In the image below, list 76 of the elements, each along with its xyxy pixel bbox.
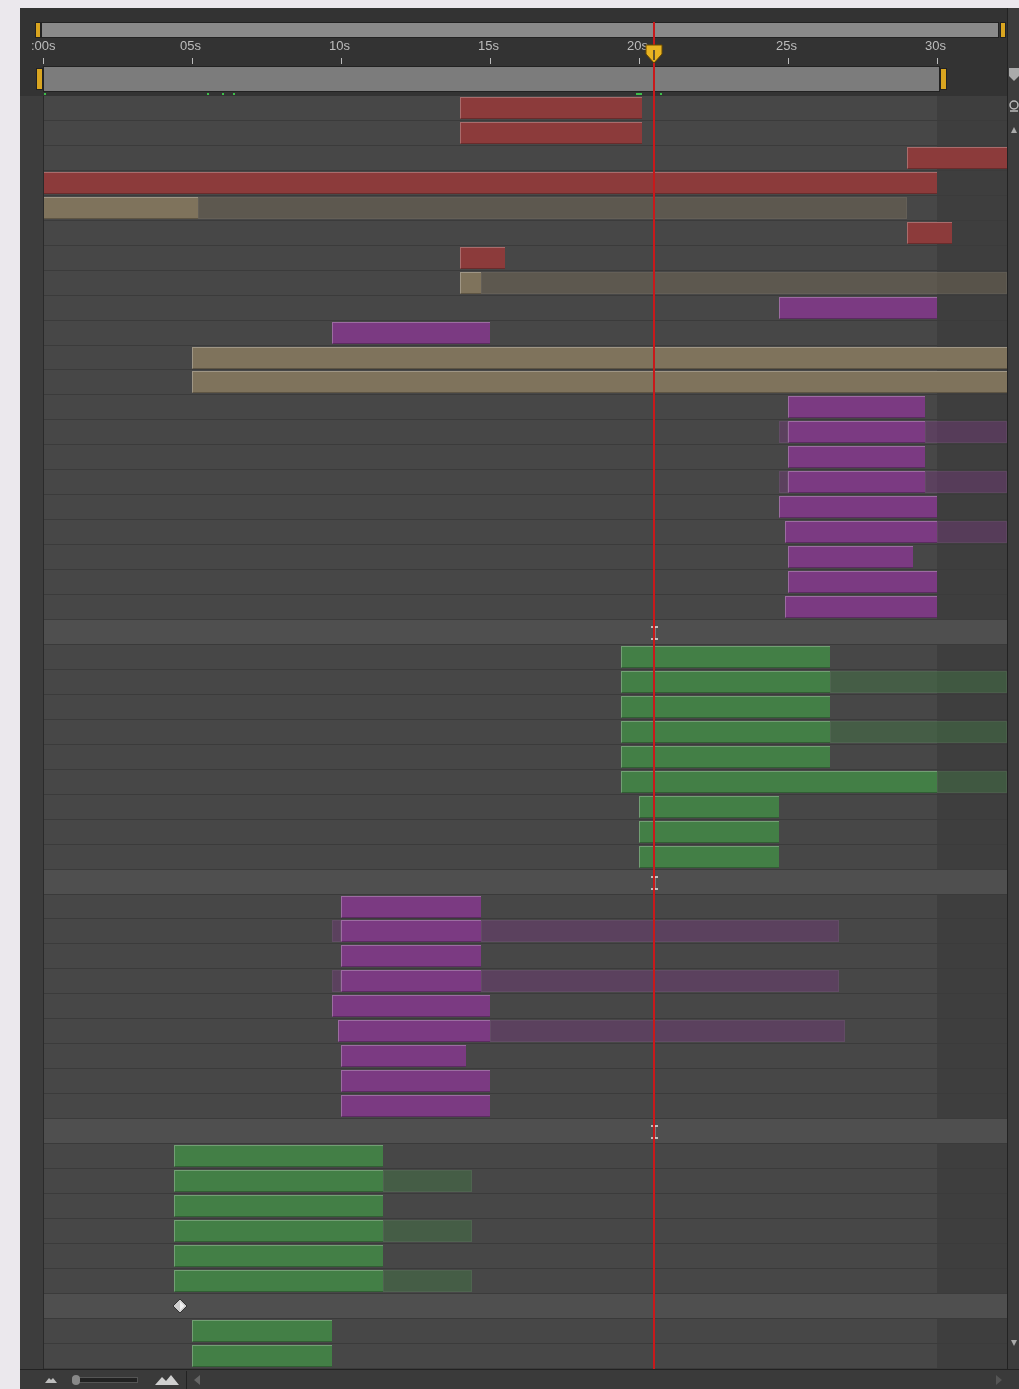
layer-bar[interactable] [174,1170,383,1192]
layer-bar[interactable] [639,795,780,818]
layer-extension-bar [332,920,341,943]
layer-extension-bar [937,770,1007,793]
navigator-start-handle[interactable] [35,22,41,38]
layer-bar[interactable] [332,995,490,1018]
layer-bar[interactable] [174,1244,383,1267]
layer-bar[interactable] [785,521,937,544]
layer-extension-bar [937,521,1007,544]
ruler-label: 25s [776,39,797,52]
scroll-down-icon[interactable] [1010,1339,1018,1347]
layer-bar[interactable] [788,446,926,469]
navigator-end-handle[interactable] [1000,22,1006,38]
layer-bar[interactable] [192,371,1007,394]
ruler-label: 05s [180,39,201,52]
navigator-bar[interactable] [41,22,999,38]
layer-extension-bar [779,471,788,494]
layer-extension-bar [779,421,788,444]
layer-bar[interactable] [341,945,482,968]
layer-bar[interactable] [192,1319,333,1342]
layer-bar[interactable] [174,1269,383,1292]
ruler-label: 30s [925,39,946,52]
layer-bar[interactable] [174,1194,383,1217]
layer-bar[interactable] [44,171,937,194]
layer-bar[interactable] [621,745,830,768]
layer-bar[interactable] [621,670,830,693]
work-area-end-handle[interactable] [940,68,947,90]
layer-bar[interactable] [341,1045,467,1068]
layer-bar[interactable] [788,421,926,444]
zoom-slider[interactable] [72,1376,138,1383]
work-area-start-handle[interactable] [36,68,43,90]
layer-bar[interactable] [460,97,642,119]
layer-bar[interactable] [341,920,482,943]
layer-bar[interactable] [788,571,937,594]
layer-bar[interactable] [788,471,926,494]
keyframe-icon[interactable] [172,1297,189,1314]
layer-bar[interactable] [174,1145,383,1168]
zoom-out-icon[interactable] [44,1375,58,1384]
layer-bar[interactable] [192,1344,333,1367]
layer-bar[interactable] [460,246,505,269]
layer-bar[interactable] [621,695,830,718]
layer-bar[interactable] [44,196,198,219]
work-area-bar[interactable] [43,66,940,92]
layer-bar[interactable] [332,321,490,344]
layer-bar[interactable] [192,346,1007,369]
layer-bar[interactable] [341,1095,490,1118]
layer-bar[interactable] [341,895,482,918]
layer-bar[interactable] [788,546,914,569]
layer-bar[interactable] [639,820,780,843]
layer-bar[interactable] [779,496,937,519]
scroll-up-icon[interactable] [1010,126,1018,134]
zoom-in-icon[interactable] [154,1373,180,1386]
layer-bar[interactable] [907,221,952,244]
layer-bar[interactable] [779,296,937,319]
zoom-slider-thumb[interactable] [72,1374,81,1385]
layer-bar[interactable] [460,121,642,144]
scroll-left-icon[interactable] [193,1373,201,1386]
layer-bar[interactable] [460,271,482,294]
ruler-label: :00s [31,39,56,52]
layer-extension-bar [332,970,341,993]
layer-bar[interactable] [174,1219,383,1242]
scroll-bar[interactable] [1007,8,1019,1369]
layer-bar[interactable] [907,146,1007,169]
layer-bar[interactable] [341,970,482,993]
layer-bar[interactable] [621,770,937,793]
panel-tab-icon[interactable] [1009,68,1019,82]
layer-bar[interactable] [788,396,926,419]
layer-bar[interactable] [621,645,830,668]
layer-bar[interactable] [639,845,780,868]
ruler-label: 10s [329,39,350,52]
zoom-icon[interactable] [1009,100,1019,112]
layer-bar[interactable] [785,596,937,619]
layer-bar[interactable] [338,1020,490,1043]
layer-bar[interactable] [621,720,830,743]
layer-bar[interactable] [341,1070,490,1093]
ruler-label: 15s [478,39,499,52]
